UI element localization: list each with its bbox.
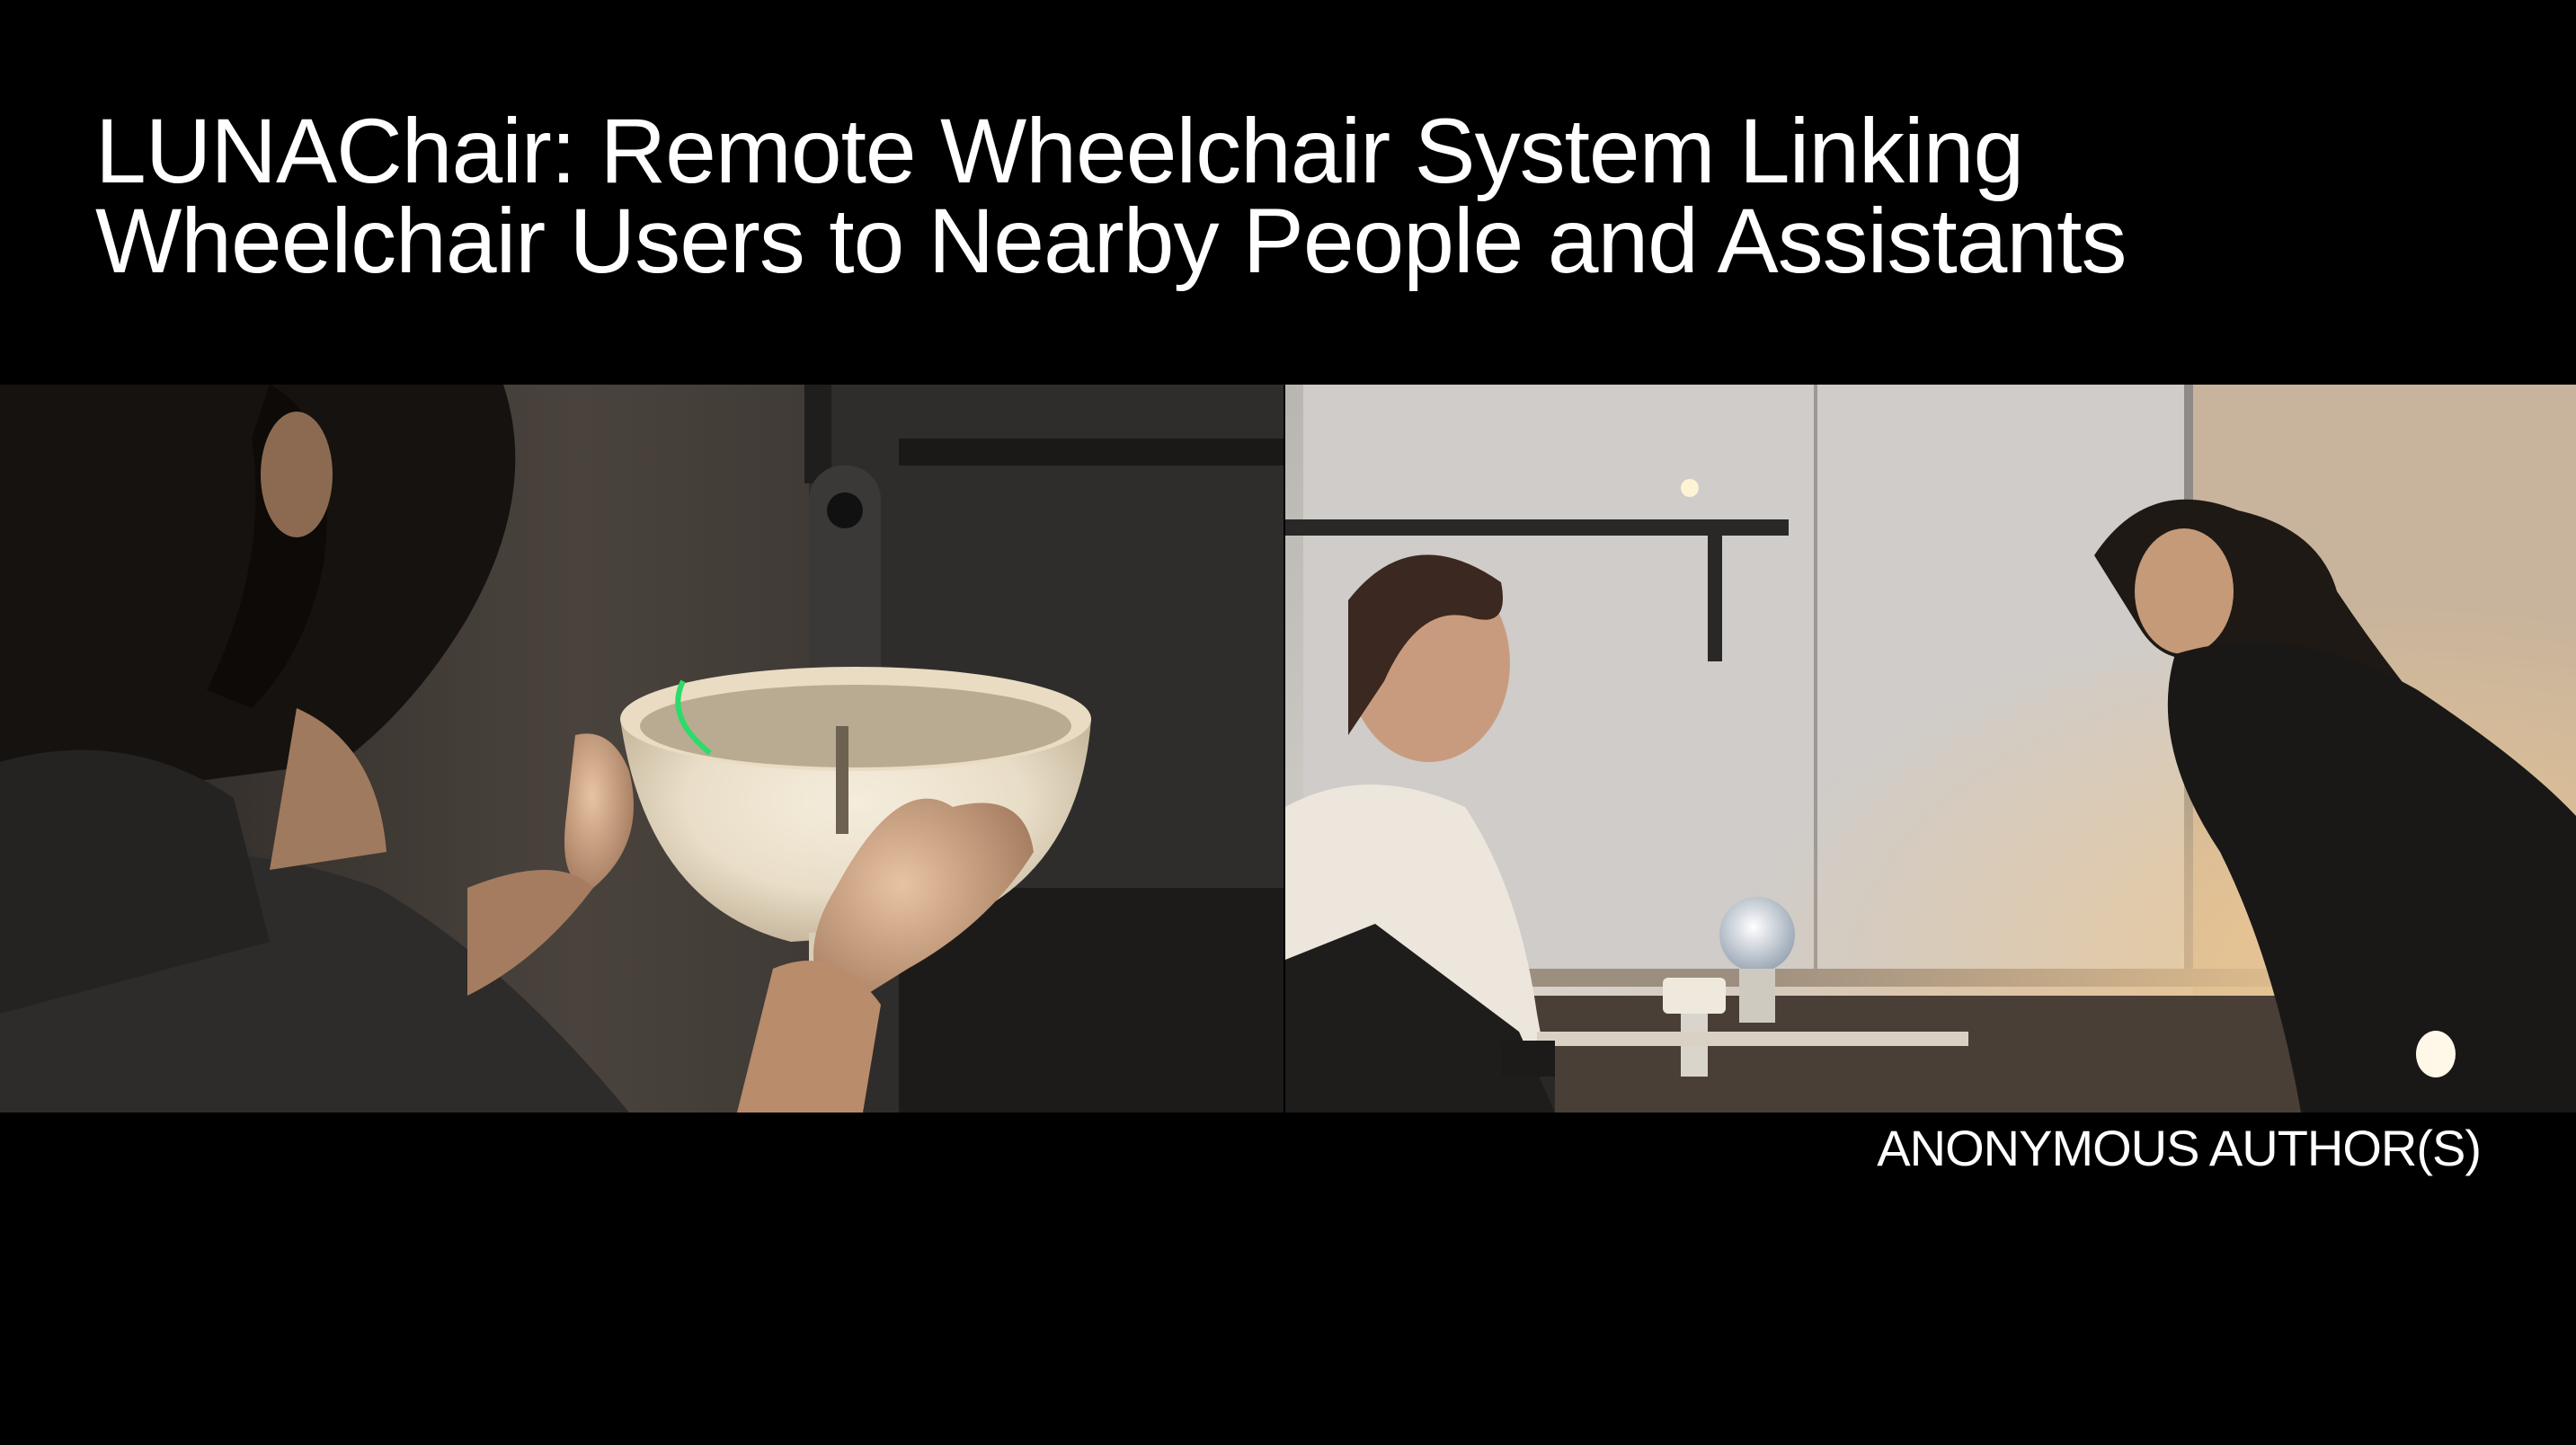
title-line-1: LUNAChair: Remote Wheelchair System Link… <box>95 100 2024 202</box>
right-photo-illustration <box>1285 385 2576 1113</box>
left-photo-bowl-display <box>0 385 1284 1113</box>
video-title-card: LUNAChair: Remote Wheelchair System Link… <box>0 0 2576 1445</box>
title-line-2: Wheelchair Users to Nearby People and As… <box>95 190 2127 292</box>
left-photo-illustration <box>0 385 1284 1113</box>
right-photo-wheelchair-scene <box>1285 385 2576 1113</box>
author-credit: ANONYMOUS AUTHOR(S) <box>1877 1120 2482 1176</box>
video-title: LUNAChair: Remote Wheelchair System Link… <box>95 100 2127 292</box>
